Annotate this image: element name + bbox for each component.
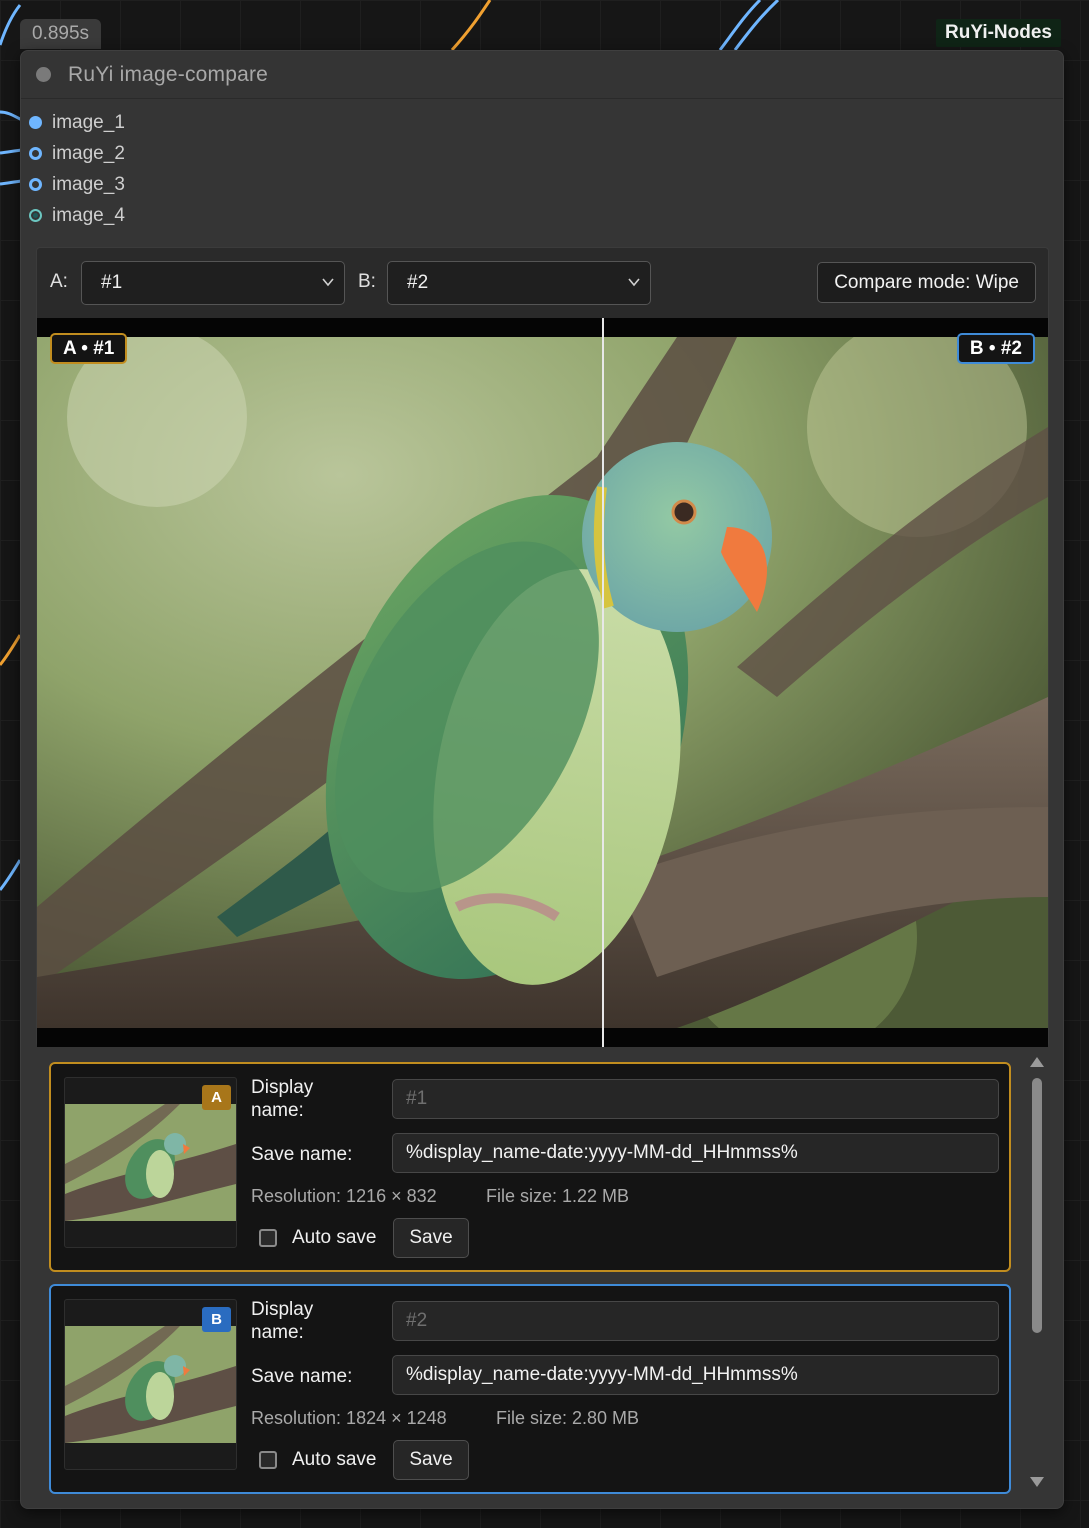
slot-label: image_4 xyxy=(52,204,125,226)
auto-save-checkbox-a[interactable] xyxy=(259,1229,277,1247)
b-image-select[interactable]: #2 xyxy=(387,261,651,305)
compare-panel: A: #1 B: #2 Compare mode: Wipe A • #1 B … xyxy=(36,247,1049,1047)
scroll-up-arrow-icon[interactable] xyxy=(1030,1057,1044,1067)
file-size-text: File size: 2.80 MB xyxy=(496,1408,640,1428)
chevron-down-icon xyxy=(628,278,640,287)
save-name-input-a[interactable]: %display_name-date:yyyy-MM-dd_HHmmss% xyxy=(392,1133,999,1173)
node-title: RuYi image-compare xyxy=(68,62,269,86)
input-slot-image-3[interactable]: image_3 xyxy=(29,169,125,200)
save-name-label: Save name: xyxy=(251,1366,353,1387)
wire-orange-left xyxy=(0,634,22,666)
wire-blue-top-2 xyxy=(733,0,780,51)
save-name-label: Save name: xyxy=(251,1144,353,1165)
auto-save-label[interactable]: Auto save xyxy=(292,1449,377,1471)
wire-image3 xyxy=(0,179,23,186)
b-select-label: B: xyxy=(358,271,376,292)
scroll-down-arrow-icon[interactable] xyxy=(1030,1477,1044,1487)
image-compare-node[interactable]: RuYi image-compare image_1 image_2 image… xyxy=(20,50,1064,1509)
wipe-divider-handle[interactable] xyxy=(602,318,604,1047)
save-button-b[interactable]: Save xyxy=(393,1440,469,1480)
chevron-down-icon xyxy=(322,278,334,287)
filled-slot-icon[interactable] xyxy=(29,116,42,129)
input-slot-image-2[interactable]: image_2 xyxy=(29,138,125,169)
resolution-text: Resolution: 1216 × 832 xyxy=(251,1186,437,1206)
cards-scrollbar[interactable] xyxy=(1029,1051,1045,1501)
card-badge-a: A xyxy=(202,1085,231,1110)
wire-blue-left-top xyxy=(0,4,22,46)
image-b-tag: B • #2 xyxy=(956,333,1035,364)
wire-orange-top xyxy=(450,0,492,52)
auto-save-checkbox-b[interactable] xyxy=(259,1451,277,1469)
thumbnail-image xyxy=(65,1326,236,1443)
input-slot-image-1[interactable]: image_1 xyxy=(29,107,125,138)
save-name-input-b[interactable]: %display_name-date:yyyy-MM-dd_HHmmss% xyxy=(392,1355,999,1395)
ring-slot-icon[interactable] xyxy=(29,178,42,191)
a-select-label: A: xyxy=(50,271,68,292)
a-selected-value: #1 xyxy=(101,272,123,293)
execution-time-badge: 0.895s xyxy=(20,19,102,49)
image-card-b: B Display name: #2 Save name: %display_n… xyxy=(49,1284,1011,1494)
compare-toolbar: A: #1 B: #2 Compare mode: Wipe xyxy=(37,248,1048,318)
wire-blue-left xyxy=(0,859,22,891)
collapse-dot-icon[interactable] xyxy=(36,67,51,82)
thumbnail-image xyxy=(65,1104,236,1221)
node-header[interactable]: RuYi image-compare xyxy=(21,51,1063,99)
save-button-a[interactable]: Save xyxy=(393,1218,469,1258)
compare-image-parrot xyxy=(37,337,1048,1028)
a-image-select[interactable]: #1 xyxy=(81,261,345,305)
teal-slot-icon[interactable] xyxy=(29,209,42,222)
compare-mode-button[interactable]: Compare mode: Wipe xyxy=(817,262,1036,303)
wire-image1 xyxy=(0,110,23,122)
wire-image2 xyxy=(0,148,23,155)
display-name-label: Display name: xyxy=(251,1077,314,1121)
slot-label: image_1 xyxy=(52,111,125,133)
resolution-text: Resolution: 1824 × 1248 xyxy=(251,1408,447,1428)
b-selected-value: #2 xyxy=(407,272,429,293)
image-a-tag: A • #1 xyxy=(50,333,128,364)
auto-save-label[interactable]: Auto save xyxy=(292,1227,377,1249)
ring-slot-icon[interactable] xyxy=(29,147,42,160)
input-slots: image_1 image_2 image_3 image_4 xyxy=(29,107,125,231)
file-size-text: File size: 1.22 MB xyxy=(486,1186,630,1206)
display-name-label: Display name: xyxy=(251,1299,314,1343)
display-name-input-b[interactable]: #2 xyxy=(392,1301,999,1341)
image-info-list[interactable]: A Display name: #1 Save name: %display_n… xyxy=(36,1051,1049,1501)
brand-badge: RuYi-Nodes xyxy=(936,19,1061,47)
display-name-input-a[interactable]: #1 xyxy=(392,1079,999,1119)
image-card-a: A Display name: #1 Save name: %display_n… xyxy=(49,1062,1011,1272)
scroll-thumb[interactable] xyxy=(1032,1078,1042,1333)
thumbnail-a[interactable]: A xyxy=(64,1077,237,1248)
input-slot-image-4[interactable]: image_4 xyxy=(29,200,125,231)
slot-label: image_3 xyxy=(52,173,125,195)
compare-viewport[interactable]: A • #1 B • #2 xyxy=(37,318,1048,1047)
card-badge-b: B xyxy=(202,1307,231,1332)
slot-label: image_2 xyxy=(52,142,125,164)
thumbnail-b[interactable]: B xyxy=(64,1299,237,1470)
